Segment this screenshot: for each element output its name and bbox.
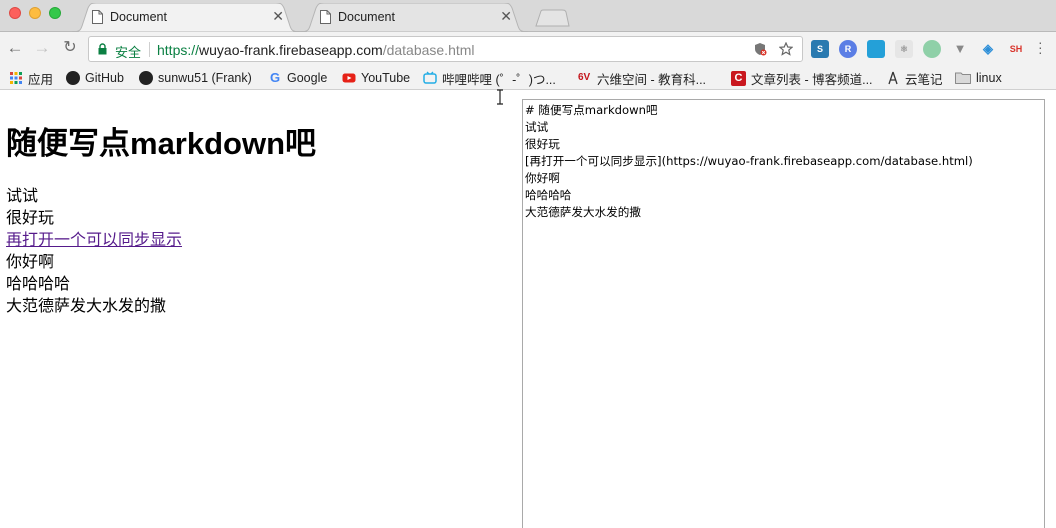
- tab-document-active[interactable]: Document ✕: [72, 3, 300, 32]
- tab-title: Document: [338, 10, 395, 24]
- tab-title: Document: [110, 10, 167, 24]
- star-icon[interactable]: [779, 42, 793, 56]
- bookmark-label: YouTube: [361, 71, 411, 85]
- close-tab-icon[interactable]: ✕: [500, 8, 512, 25]
- bookmark-youtube[interactable]: YouTube: [342, 69, 410, 87]
- bookmark-label: 应用: [28, 72, 54, 87]
- folder-icon: [955, 72, 971, 84]
- csdn-icon: C: [731, 70, 746, 86]
- youtube-icon: [342, 73, 356, 83]
- markdown-preview: 随便写点markdown吧 试试 很好玩 再打开一个可以同步显示 你好啊 哈哈哈…: [6, 124, 506, 318]
- bookmark-label: linux: [976, 71, 1002, 85]
- tab-document[interactable]: Document ✕: [300, 3, 528, 32]
- preview-heading: 随便写点markdown吧: [6, 126, 317, 161]
- text-cursor-icon: [497, 89, 503, 105]
- bookmark-label: 六维空间 - 教育科...: [597, 72, 707, 87]
- browser-toolbar: ← → ↻ 安全 https://wuyao-frank.firebaseapp…: [0, 32, 1056, 66]
- circle-extension-icon[interactable]: [923, 40, 941, 58]
- bookmark-google[interactable]: G Google: [268, 69, 327, 87]
- bookmark-linux[interactable]: linux: [955, 69, 1002, 87]
- url-text[interactable]: https://wuyao-frank.firebaseapp.com/data…: [157, 42, 475, 58]
- document-icon: [92, 10, 103, 24]
- bookmark-cloud-note[interactable]: 云笔记: [886, 69, 943, 87]
- cloud-note-icon: [888, 71, 898, 85]
- bookmark-label: GitHub: [85, 71, 124, 85]
- close-window-button[interactable]: [9, 7, 21, 19]
- secure-label: 安全: [115, 45, 142, 60]
- minimize-window-button[interactable]: [29, 7, 41, 19]
- forward-button[interactable]: →: [32, 38, 52, 58]
- bookmark-label: 哔哩哔哩 (゜-゜)つ...: [442, 72, 556, 87]
- preview-line: 你好啊: [6, 254, 55, 271]
- preview-line: 试试: [6, 188, 39, 205]
- lock-icon: [98, 43, 107, 55]
- bookmark-sunwu51[interactable]: sunwu51 (Frank): [139, 69, 252, 87]
- new-tab-button[interactable]: [534, 9, 570, 27]
- sh-extension-icon[interactable]: SH: [1007, 40, 1025, 58]
- maximize-window-button[interactable]: [49, 7, 61, 19]
- tab-strip: Document ✕ Document ✕: [0, 0, 1056, 32]
- bookmarks-bar: 应用 GitHub sunwu51 (Frank) G Google YouTu…: [0, 66, 1056, 90]
- url-path: /database.html: [382, 42, 475, 58]
- apps-grid-icon: [10, 72, 22, 84]
- r-extension-icon[interactable]: R: [839, 40, 857, 58]
- github-icon: [66, 71, 80, 85]
- url-protocol: https://: [157, 42, 200, 58]
- preview-line: 很好玩: [6, 210, 55, 227]
- react-extension-icon[interactable]: ⚛: [895, 40, 913, 58]
- markdown-editor-textarea[interactable]: # 随便写点markdown吧 试试 很好玩 [再打开一个可以同步显示](htt…: [522, 99, 1045, 528]
- url-host: wuyao-frank.firebaseapp.com: [199, 42, 383, 58]
- blocked-content-icon[interactable]: [753, 42, 767, 56]
- reload-button[interactable]: ↻: [60, 38, 80, 58]
- bookmark-label: 云笔记: [905, 72, 943, 87]
- github-icon: [139, 71, 153, 85]
- bookmark-label: Google: [287, 71, 328, 85]
- divider: [149, 42, 150, 57]
- preview-link[interactable]: 再打开一个可以同步显示: [6, 230, 506, 252]
- bookmark-github[interactable]: GitHub: [66, 69, 124, 87]
- layers-extension-icon[interactable]: ◈: [979, 40, 997, 58]
- bookmark-label: sunwu51 (Frank): [158, 71, 252, 85]
- s-extension-icon[interactable]: S: [811, 40, 829, 58]
- preview-line: 哈哈哈哈: [6, 276, 71, 293]
- bookmark-liuwei[interactable]: 6V 六维空间 - 教育科...: [578, 69, 706, 87]
- bookmark-csdn[interactable]: C 文章列表 - 博客频道...: [731, 69, 873, 87]
- document-icon: [320, 10, 331, 24]
- liuwei-icon: 6V: [578, 72, 591, 83]
- address-bar[interactable]: 安全 https://wuyao-frank.firebaseapp.com/d…: [88, 36, 803, 62]
- bookmark-apps[interactable]: 应用: [9, 69, 53, 87]
- bookmark-label: 文章列表 - 博客频道...: [751, 72, 873, 87]
- window-extension-icon[interactable]: [867, 40, 885, 58]
- google-icon: G: [269, 70, 281, 85]
- bilibili-icon: [423, 71, 437, 84]
- bookmark-bilibili[interactable]: 哔哩哔哩 (゜-゜)つ...: [423, 69, 556, 87]
- back-button[interactable]: ←: [5, 38, 25, 58]
- vue-extension-icon[interactable]: ▼: [951, 40, 969, 58]
- menu-icon[interactable]: · · ·: [1038, 35, 1043, 59]
- preview-line: 大范德萨发大水发的撒: [6, 298, 167, 315]
- close-tab-icon[interactable]: ✕: [272, 8, 284, 25]
